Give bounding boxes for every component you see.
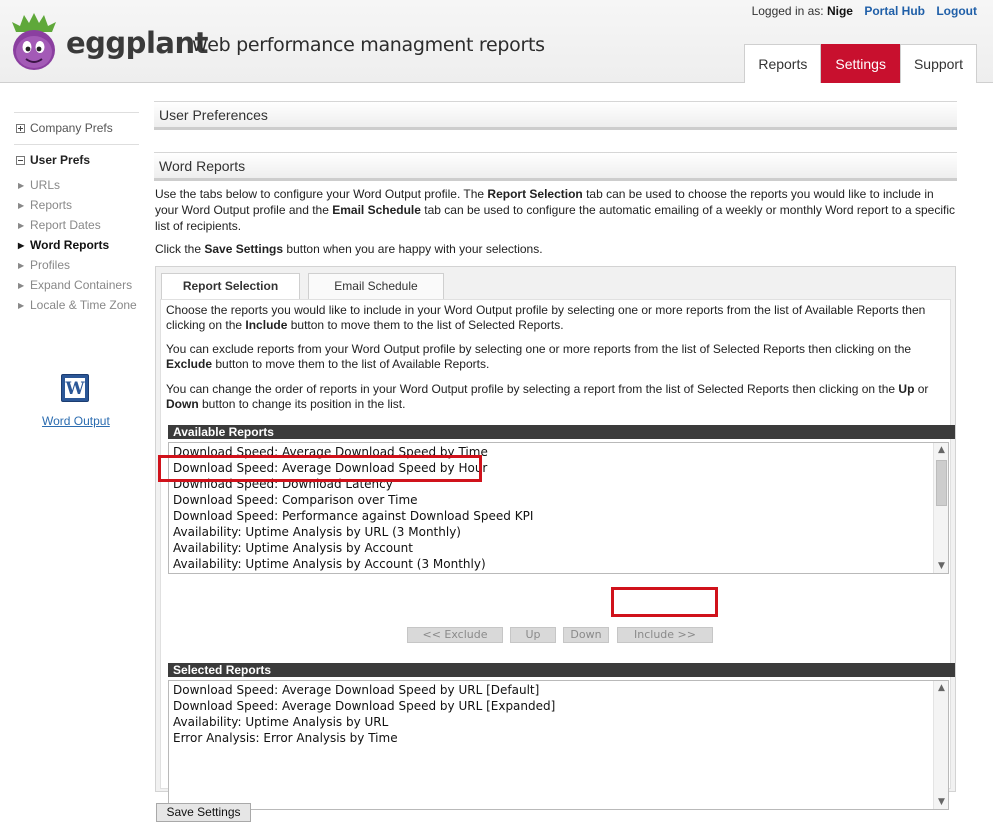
available-reports-header: Available Reports <box>168 425 955 439</box>
triangle-right-icon: ▶ <box>18 261 25 270</box>
scroll-down-arrow-icon[interactable]: ▼ <box>934 559 948 573</box>
tab-email-schedule[interactable]: Email Schedule <box>308 273 444 299</box>
scroll-down-arrow-icon[interactable]: ▼ <box>934 795 948 809</box>
scrollbar-thumb[interactable] <box>936 460 947 506</box>
sidebar: Company Prefs User Prefs ▶ URLs ▶ Reports … <box>14 112 139 316</box>
word-document-icon[interactable]: W <box>61 374 89 402</box>
sidebar-group-label: User Prefs <box>30 153 91 167</box>
selected-reports-scrollbar[interactable]: ▲ ▼ <box>933 681 948 809</box>
sidebar-item-profiles[interactable]: ▶ Profiles <box>18 256 139 276</box>
nav-tab-settings[interactable]: Settings <box>821 44 900 83</box>
scroll-up-arrow-icon[interactable]: ▲ <box>934 681 948 695</box>
available-reports-scrollbar[interactable]: ▲ ▼ <box>933 443 948 573</box>
tab-report-selection[interactable]: Report Selection <box>161 273 300 300</box>
app-header: eggplant web performance managment repor… <box>0 0 993 83</box>
collapse-minus-icon <box>16 155 25 165</box>
down-button[interactable]: Down <box>563 627 609 643</box>
instructions-include: Choose the reports you would like to inc… <box>166 303 926 332</box>
save-hint-text: Click the Save Settings button when you … <box>155 241 955 257</box>
instructions-exclude: You can exclude reports from your Word O… <box>166 342 912 371</box>
sidebar-item-expand-containers[interactable]: ▶ Expand Containers <box>18 276 139 296</box>
sidebar-item-word-reports[interactable]: ▶ Word Reports <box>18 236 139 256</box>
word-reports-tabs: Report Selection Email Schedule <box>161 273 444 300</box>
triangle-right-icon: ▶ <box>18 241 25 250</box>
word-reports-panel: Report Selection Email Schedule Choose t… <box>155 266 956 810</box>
brand-tagline: web performance managment reports <box>192 34 545 56</box>
main-nav: Reports Settings Support <box>744 44 977 83</box>
username: Nige <box>826 4 853 18</box>
include-button[interactable]: Include >> <box>617 627 713 643</box>
exclude-button[interactable]: << Exclude <box>407 627 503 643</box>
up-button[interactable]: Up <box>510 627 556 643</box>
triangle-right-icon: ▶ <box>18 281 25 290</box>
triangle-right-icon: ▶ <box>18 181 25 190</box>
intro-text: Use the tabs below to configure your Wor… <box>155 186 955 234</box>
list-item[interactable]: Download Speed: Average Download Speed b… <box>169 682 948 698</box>
save-hint-paragraph: Click the Save Settings button when you … <box>155 242 543 256</box>
instructions-reorder: You can change the order of reports in y… <box>166 382 929 411</box>
intro-paragraph: Use the tabs below to configure your Wor… <box>155 187 955 233</box>
list-item[interactable]: Download Speed: Average Download Speed b… <box>169 698 948 714</box>
list-item[interactable]: Download Speed: Performance against Down… <box>169 508 948 524</box>
list-item[interactable]: Availability: Uptime Analysis by Account <box>169 540 948 556</box>
sidebar-item-report-dates[interactable]: ▶ Report Dates <box>18 216 139 236</box>
word-output-link[interactable]: Word Output <box>42 414 110 428</box>
list-item[interactable]: Availability: Uptime Analysis by URL (3 … <box>169 524 948 540</box>
sidebar-group-company-prefs[interactable]: Company Prefs <box>14 113 139 144</box>
highlight-box-available-report <box>158 455 482 482</box>
list-item[interactable]: Download Speed: Comparison over Time <box>169 492 948 508</box>
selected-reports-header: Selected Reports <box>168 663 955 677</box>
sidebar-user-prefs-list: ▶ URLs ▶ Reports ▶ Report Dates ▶ Word Repor… <box>14 176 139 316</box>
brand-name: eggplant <box>66 26 208 60</box>
user-bar: Logged in as: Nige Portal Hub Logout <box>752 4 977 18</box>
report-action-buttons: << Exclude Up Down Include >> <box>161 627 950 643</box>
list-item[interactable]: Error Analysis: Error Analysis by Time <box>169 730 948 746</box>
selected-reports-list[interactable]: Download Speed: Average Download Speed b… <box>168 680 949 810</box>
sidebar-item-reports[interactable]: ▶ Reports <box>18 196 139 216</box>
triangle-right-icon: ▶ <box>18 201 25 210</box>
portal-hub-link[interactable]: Portal Hub <box>864 4 925 18</box>
nav-tab-reports[interactable]: Reports <box>744 44 822 83</box>
sidebar-group-user-prefs[interactable]: User Prefs <box>14 145 139 176</box>
triangle-right-icon: ▶ <box>18 301 25 310</box>
sidebar-item-urls[interactable]: ▶ URLs <box>18 176 139 196</box>
user-preferences-heading: User Preferences <box>154 101 957 130</box>
expand-plus-icon <box>16 123 25 133</box>
sidebar-group-label: Company Prefs <box>30 121 113 135</box>
highlight-box-include-button <box>611 587 718 617</box>
scroll-up-arrow-icon[interactable]: ▲ <box>934 443 948 457</box>
eggplant-logo-icon <box>12 13 56 70</box>
logged-in-label: Logged in as: <box>751 4 824 18</box>
list-item[interactable]: Availability: Uptime Analysis by Account… <box>169 556 948 572</box>
word-reports-heading: Word Reports <box>154 152 957 181</box>
triangle-right-icon: ▶ <box>18 221 25 230</box>
logout-link[interactable]: Logout <box>936 4 977 18</box>
sidebar-item-locale-time-zone[interactable]: ▶ Locale & Time Zone <box>18 296 139 316</box>
nav-tab-support[interactable]: Support <box>899 44 977 83</box>
save-settings-button[interactable]: Save Settings <box>156 803 251 822</box>
list-item[interactable]: Availability: Uptime Analysis by URL <box>169 714 948 730</box>
report-selection-content: Choose the reports you would like to inc… <box>160 299 955 810</box>
